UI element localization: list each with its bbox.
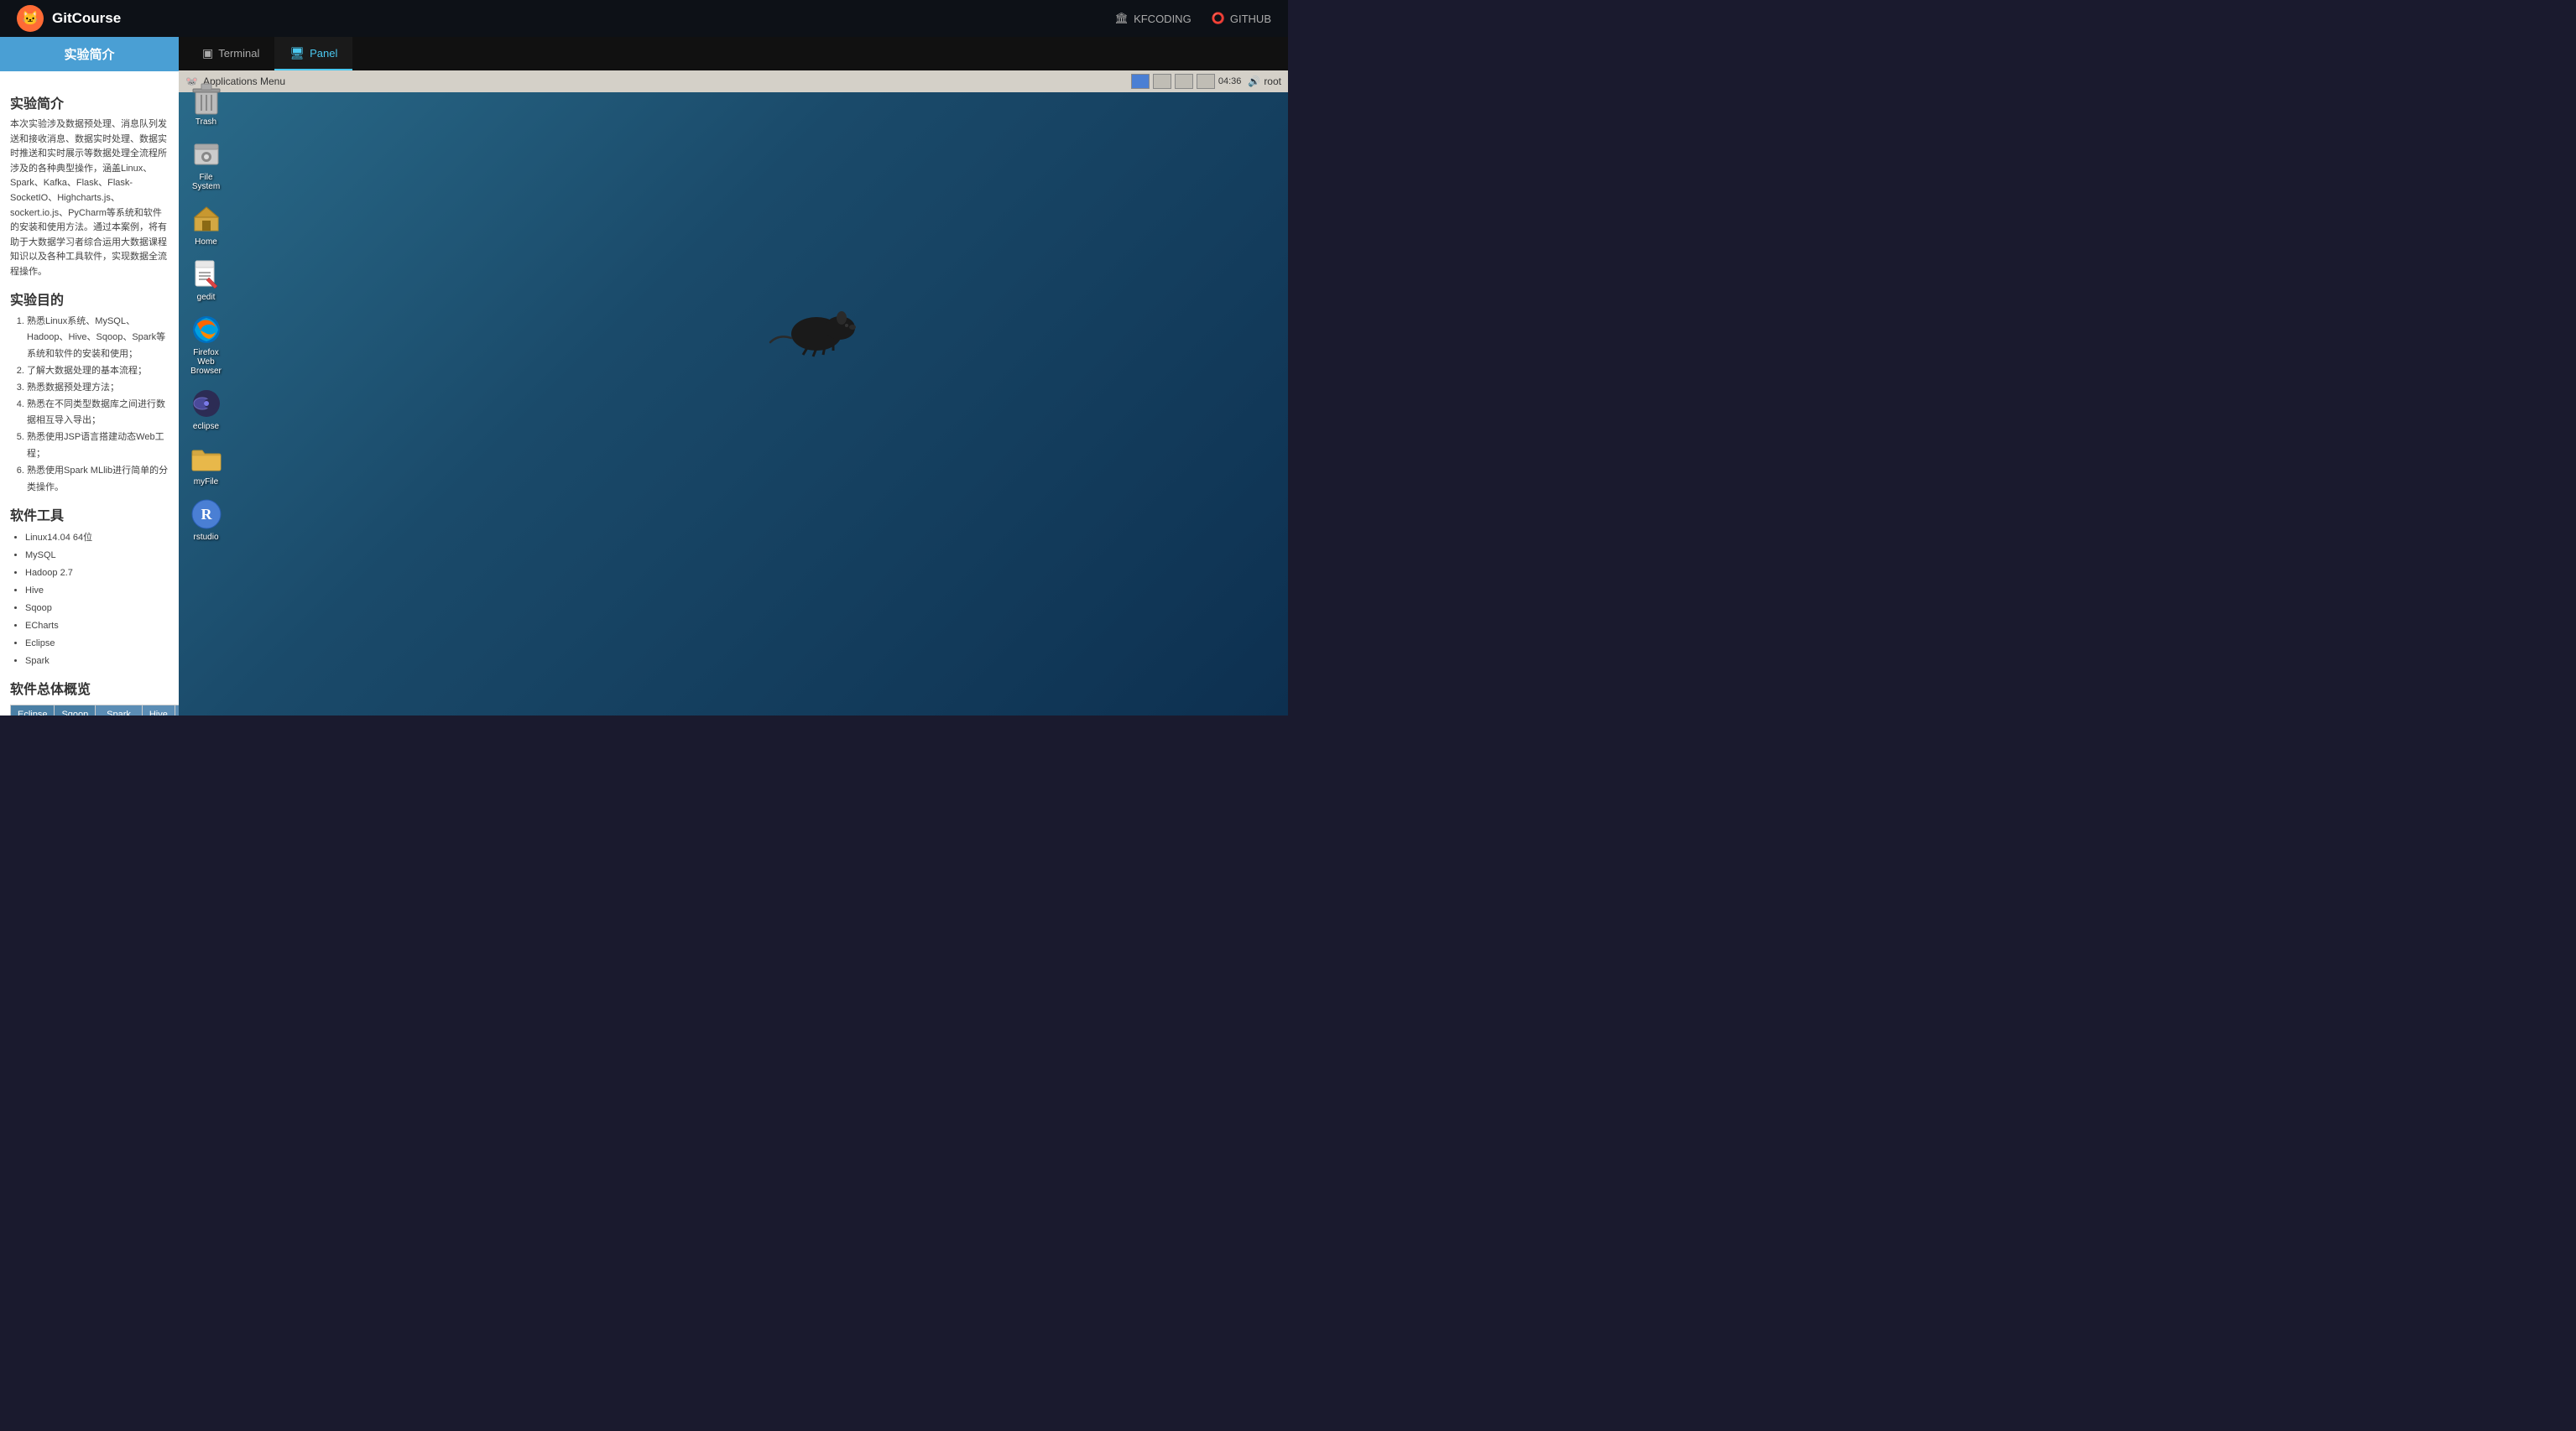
desktop-area: 🐭 Applications Menu 04:36 🔊 root (179, 70, 1288, 716)
software-overview-table: Eclipse Sqoop Spark Hive ECharts Hadoop … (10, 705, 169, 716)
tool-hadoop: Hadoop 2.7 (25, 565, 169, 582)
tool-mysql: MySQL (25, 547, 169, 565)
terminal-icon: ▣ (202, 46, 213, 60)
tab-terminal[interactable]: ▣ Terminal (187, 37, 274, 70)
mouse-illustration (766, 296, 867, 363)
kfcoding-icon: 🏛 (1115, 12, 1129, 25)
home-icon (190, 202, 223, 236)
desktop-icon-myfile[interactable]: myFile (181, 439, 232, 490)
section-intro-title: 实验简介 (10, 92, 169, 112)
filesystem-label: File System (185, 173, 228, 191)
myfile-label: myFile (194, 477, 218, 487)
filesystem-icon (190, 138, 223, 171)
github-label: GITHUB (1230, 13, 1271, 25)
panel-label: Panel (310, 47, 337, 60)
eclipse-label: eclipse (193, 422, 219, 431)
gedit-icon (190, 258, 223, 291)
gedit-label: gedit (197, 293, 216, 302)
sound-icon: 🔊 (1248, 75, 1260, 87)
tab-bar: ▣ Terminal 🖥 Panel (179, 37, 1288, 70)
desktop-icon-filesystem[interactable]: File System (181, 134, 232, 195)
kfcoding-link[interactable]: 🏛 KFCODING (1115, 12, 1192, 25)
app-bar-right: 04:36 🔊 root (1131, 74, 1281, 89)
trash-label: Trash (196, 117, 216, 127)
tab-panel[interactable]: 🖥 Panel (274, 37, 352, 70)
left-panel: 实验简介 实验简介 本次实验涉及数据预处理、消息队列发送和接收消息、数据实时处理… (0, 37, 179, 716)
svg-text:R: R (201, 506, 212, 523)
right-panel: ▣ Terminal 🖥 Panel 🐭 Applications Menu (179, 37, 1288, 716)
rstudio-label: rstudio (193, 533, 218, 542)
time-display: 04:36 (1218, 76, 1242, 86)
desktop-icon-gedit[interactable]: gedit (181, 254, 232, 305)
nav-left: 🐱 GitCourse (17, 5, 121, 32)
github-link[interactable]: ⭕ GITHUB (1212, 12, 1271, 25)
goal-item-2: 了解大数据处理的基本流程； (27, 363, 169, 380)
top-nav: 🐱 GitCourse 🏛 KFCODING ⭕ GITHUB (0, 0, 1288, 37)
section-goal-title: 实验目的 (10, 289, 169, 309)
home-label: Home (195, 237, 217, 247)
section-intro-text: 本次实验涉及数据预处理、消息队列发送和接收消息、数据实时处理、数据实时推送和实时… (10, 117, 169, 280)
tool-sqoop: Sqoop (25, 600, 169, 617)
goal-item-6: 熟悉使用Spark MLlib进行简单的分类操作。 (27, 463, 169, 497)
desktop-icon-firefox[interactable]: Firefox Web Browser (181, 310, 232, 379)
nav-right: 🏛 KFCODING ⭕ GITHUB (1115, 12, 1271, 25)
desktop-icon-home[interactable]: Home (181, 199, 232, 250)
goal-item-3: 熟悉数据预处理方法； (27, 380, 169, 397)
table-cell-spark: Spark (96, 705, 143, 716)
tool-spark: Spark (25, 653, 169, 670)
main-layout: 实验简介 实验简介 本次实验涉及数据预处理、消息队列发送和接收消息、数据实时处理… (0, 37, 1288, 716)
firefox-icon (190, 313, 223, 346)
workspace-btn-4[interactable] (1197, 74, 1215, 89)
section-tools-title: 软件工具 (10, 504, 169, 524)
app-title: GitCourse (52, 10, 121, 27)
table-cell-sqoop: Sqoop (55, 705, 96, 716)
panel-icon: 🖥 (289, 46, 305, 60)
workspace-btn-3[interactable] (1175, 74, 1193, 89)
workspace-btn-2[interactable] (1153, 74, 1171, 89)
github-icon: ⭕ (1212, 12, 1225, 25)
terminal-label: Terminal (218, 47, 259, 60)
firefox-label: Firefox Web Browser (185, 348, 228, 376)
goal-item-5: 熟悉使用JSP语言搭建动态Web工程； (27, 429, 169, 463)
rstudio-icon: R (190, 497, 223, 531)
desktop-icon-trash[interactable]: Trash (181, 79, 232, 130)
workspace-btn-1[interactable] (1131, 74, 1150, 89)
app-bar: 🐭 Applications Menu 04:36 🔊 root (179, 70, 1288, 92)
eclipse-icon (190, 387, 223, 420)
user-label: root (1264, 75, 1281, 87)
app-logo: 🐱 (17, 5, 44, 32)
tool-linux: Linux14.04 64位 (25, 529, 169, 547)
myfile-icon (190, 442, 223, 476)
tool-eclipse: Eclipse (25, 635, 169, 653)
desktop-icons-sidebar: Trash File System (179, 70, 233, 716)
tools-list: Linux14.04 64位 MySQL Hadoop 2.7 Hive Sqo… (10, 529, 169, 669)
table-cell-eclipse: Eclipse (11, 705, 55, 716)
goal-item-4: 熟悉在不同类型数据库之间进行数据相互导入导出； (27, 397, 169, 430)
left-panel-header: 实验简介 (0, 37, 179, 71)
desktop-icon-eclipse[interactable]: eclipse (181, 383, 232, 435)
desktop-icon-rstudio[interactable]: R rstudio (181, 494, 232, 545)
kfcoding-label: KFCODING (1134, 13, 1192, 25)
trash-icon (190, 82, 223, 116)
goal-item-1: 熟悉Linux系统、MySQL、Hadoop、Hive、Sqoop、Spark等… (27, 314, 169, 363)
section-overview-title: 软件总体概览 (10, 678, 169, 698)
tool-hive: Hive (25, 582, 169, 600)
left-panel-content: 实验简介 本次实验涉及数据预处理、消息队列发送和接收消息、数据实时处理、数据实时… (0, 71, 179, 716)
goal-list: 熟悉Linux系统、MySQL、Hadoop、Hive、Sqoop、Spark等… (10, 314, 169, 497)
tool-echarts: ECharts (25, 617, 169, 635)
table-cell-hive: Hive (142, 705, 175, 716)
